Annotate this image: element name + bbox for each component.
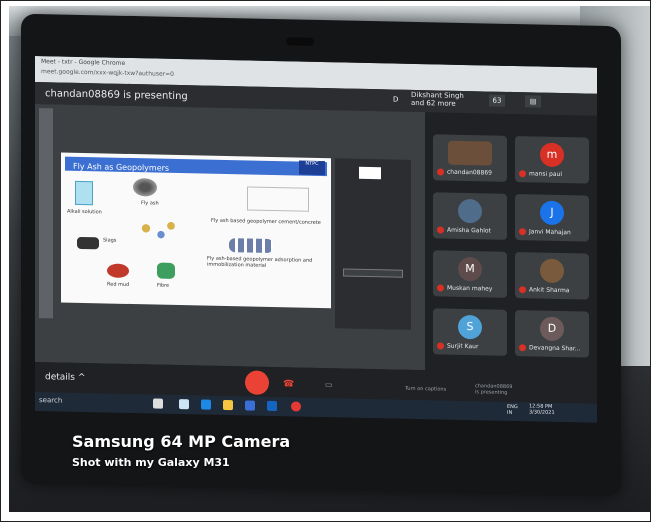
adsorption-icon: [229, 238, 273, 253]
red-mud-icon: [107, 263, 129, 278]
panel-button: [343, 268, 403, 278]
participant-avatar: D: [540, 316, 564, 342]
file-explorer-icon[interactable]: [223, 399, 233, 411]
participant-tile[interactable]: Ankit Sharma: [515, 252, 589, 300]
participant-name: Surjit Kaur: [437, 342, 478, 350]
language-indicator[interactable]: ENG IN: [507, 404, 518, 416]
participant-avatar: [448, 140, 492, 166]
other-participants-label: Dikshant Singh and 62 more: [411, 90, 464, 108]
fibre-label: Fibre: [157, 282, 170, 289]
participant-tile[interactable]: S Surjit Kaur: [433, 308, 507, 356]
camera-watermark-subtitle: Shot with my Galaxy M31: [72, 456, 230, 469]
participant-avatar: [458, 198, 482, 224]
slide-thumbnails[interactable]: [39, 108, 53, 319]
participant-name: Janvi Mahajan: [519, 228, 571, 236]
cortana-icon[interactable]: [153, 398, 163, 409]
system-clock[interactable]: 12:58 PM 3/30/2021: [529, 403, 555, 416]
mic-off-icon: [519, 344, 526, 352]
fly-ash-icon: [133, 178, 157, 197]
participant-count: 63: [492, 96, 502, 105]
slags-label: Slags: [103, 237, 117, 244]
beaker-icon: [75, 180, 93, 206]
slide-title: Fly Ash as Geopolymers: [73, 161, 170, 173]
participant-tile[interactable]: J Janvi Mahajan: [515, 194, 589, 242]
fly-ash-label: Fly ash: [141, 200, 159, 207]
participant-tile[interactable]: M Muskan mahey: [433, 250, 507, 298]
participant-avatar: [540, 258, 564, 284]
adsorption-label: Fly ash-based geopolymer adsorption and …: [207, 255, 313, 269]
participant-name: Amisha Gahlot: [437, 226, 491, 235]
photo: Meet - txtr - Google Chrome meet.google.…: [9, 6, 650, 512]
molecule-icon: [131, 216, 181, 248]
panel-thumb: [359, 166, 381, 180]
mic-toggle-button[interactable]: [245, 370, 269, 395]
laptop-screen: Meet - txtr - Google Chrome meet.google.…: [35, 56, 597, 423]
webcam: [286, 37, 314, 46]
fibre-icon: [157, 262, 175, 279]
mail-icon[interactable]: [267, 400, 277, 412]
participant-avatar: M: [458, 256, 482, 282]
participant-tile[interactable]: m mansi paul: [515, 136, 589, 184]
participant-name: Muskan mahey: [437, 284, 492, 293]
cement-label: Fly ash based geopolymer cement/concrete: [211, 217, 321, 226]
participant-tile[interactable]: D Devangna Shar...: [515, 310, 589, 358]
meeting-details-button[interactable]: details ^: [45, 372, 85, 383]
structure-icon: [247, 186, 309, 212]
self-avatar: D: [393, 95, 399, 104]
participant-avatar: m: [540, 142, 564, 168]
participant-name: chandan08869: [437, 168, 492, 177]
camera-watermark-title: Samsung 64 MP Camera: [72, 432, 291, 451]
present-now-button[interactable]: chandan08869 is presenting: [475, 383, 512, 396]
mic-off-icon: [437, 342, 444, 350]
taskbar-search[interactable]: search: [39, 396, 62, 404]
store-icon[interactable]: [245, 400, 255, 411]
participant-name: mansi paul: [519, 170, 562, 178]
edge-icon[interactable]: [201, 399, 211, 410]
red-mud-label: Red mud: [107, 281, 130, 288]
mic-off-icon: [437, 226, 444, 234]
mic-off-icon: [519, 286, 526, 294]
mic-off-icon: [437, 284, 444, 292]
mic-off-icon: [519, 228, 526, 236]
alkali-label: Alkali solution: [67, 208, 102, 216]
mic-off-icon: [437, 168, 444, 176]
ntpc-logo: NTPC: [299, 160, 325, 176]
participant-tile[interactable]: Amisha Gahlot: [433, 192, 507, 240]
chrome-icon[interactable]: [291, 401, 301, 412]
participant-name: Devangna Shar...: [519, 344, 580, 352]
mic-off-icon: [519, 170, 526, 178]
address-bar[interactable]: meet.google.com/xxx-wqjk-txw?authuser=0: [41, 68, 174, 78]
slide-side-panel: [335, 158, 411, 330]
participant-tiles: chandan08869 m mansi paul Amisha Gahlot …: [433, 134, 591, 398]
laptop: Meet - txtr - Google Chrome meet.google.…: [21, 13, 621, 497]
participant-tile[interactable]: chandan08869: [433, 134, 507, 182]
slide-title-bar: Fly Ash as Geopolymers: [65, 156, 327, 177]
presentation-slide: Fly Ash as Geopolymers NTPC Alkali solut…: [61, 152, 331, 309]
chat-icon[interactable]: ▤: [525, 95, 541, 108]
slags-icon: [77, 236, 99, 250]
camera-toggle-button[interactable]: ▭: [325, 380, 333, 389]
people-icon[interactable]: 63: [489, 94, 505, 107]
participant-avatar: S: [458, 314, 482, 340]
task-view-icon[interactable]: [179, 399, 189, 410]
leave-call-button[interactable]: ☎: [283, 379, 294, 389]
captions-button[interactable]: Turn on captions: [405, 386, 446, 393]
participant-avatar: J: [540, 200, 564, 226]
participant-name: Ankit Sharma: [519, 286, 569, 294]
browser-tab-title[interactable]: Meet - txtr - Google Chrome: [41, 58, 125, 67]
